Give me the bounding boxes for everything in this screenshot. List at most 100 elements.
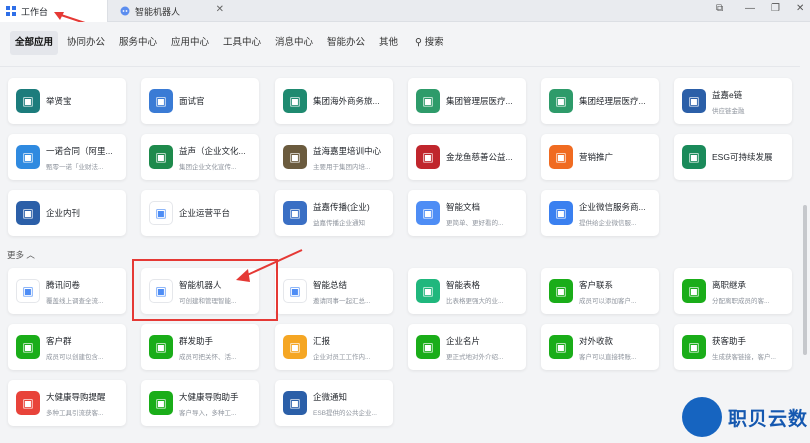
app-name: 智能表格	[446, 280, 481, 290]
app-card[interactable]: ▣ 企业微信服务商... 提供给企业微信服...	[541, 190, 659, 236]
app-desc: 分配离职成员的客...	[712, 298, 770, 305]
app-card[interactable]: ▣ 营销推广	[541, 134, 659, 180]
maximize-icon[interactable]: ❐	[771, 3, 780, 14]
app-desc: ESB提供的公共企业...	[313, 410, 377, 417]
app-desc: 更简单、更好看的...	[446, 220, 504, 227]
app-card[interactable]: ▣ 一诺合同（阿里... 甄零一诺「业财法...	[8, 134, 126, 180]
app-name: 群发助手	[179, 336, 214, 346]
category-all-apps[interactable]: 全部应用	[10, 31, 59, 55]
chevron-up-icon: ︿	[26, 250, 35, 260]
app-card[interactable]: ▣ 金龙鱼慈善公益...	[408, 134, 526, 180]
close-icon[interactable]: ✕	[216, 4, 224, 15]
app-name: 集团经理层医疗...	[579, 96, 646, 106]
category-bar: 全部应用 协同办公 服务中心 应用中心 工具中心 消息中心 智能办公 其他 ⚲ …	[0, 22, 810, 66]
app-card[interactable]: ▣ 举贤宝	[8, 78, 126, 124]
app-card[interactable]: ▣ 腾讯问卷 覆盖线上调查全流...	[8, 268, 126, 314]
app-desc: 提供给企业微信服...	[579, 220, 637, 227]
divider	[0, 66, 800, 67]
category-tools[interactable]: 工具中心	[218, 31, 266, 55]
more-section-header[interactable]: 更多 ︿	[7, 249, 35, 261]
app-card[interactable]: ▣ 企微通知 ESB提供的公共企业...	[275, 380, 393, 426]
category-app-center[interactable]: 应用中心	[166, 31, 214, 55]
minimize-icon[interactable]: —	[745, 3, 755, 14]
wilmar-logo-icon: ▣	[16, 201, 40, 225]
scrollbar[interactable]	[803, 205, 807, 355]
watermark: 职贝云数	[682, 397, 808, 437]
highlight-box	[132, 259, 278, 321]
app-card[interactable]: ▣ 智能文档 更简单、更好看的...	[408, 190, 526, 236]
app-card[interactable]: ▣ 智能总结 邀请同事一起汇总...	[275, 268, 393, 314]
app-name: 企业微信服务商...	[579, 202, 646, 212]
share-icon[interactable]: ⧉	[716, 3, 723, 14]
app-card[interactable]: ▣ 集团经理层医疗...	[541, 78, 659, 124]
app-card[interactable]: ▣ 益嘉e链 供应链金融	[674, 78, 792, 124]
app-card[interactable]: ▣ 对外收款 客户可以直接转账...	[541, 324, 659, 370]
app-card[interactable]: ▣ 面试官	[141, 78, 259, 124]
app-name: 集团管理层医疗...	[446, 96, 513, 106]
search-button[interactable]: ⚲ 搜索	[410, 31, 449, 55]
category-collab[interactable]: 协同办公	[62, 31, 110, 55]
app-card[interactable]: ▣ 集团海外商务旅...	[275, 78, 393, 124]
tab-workbench[interactable]: 工作台	[0, 0, 108, 22]
app-card[interactable]: ▣ 益声（企业文化... 集团企业文化宣传...	[141, 134, 259, 180]
app-name: 离职继承	[712, 280, 747, 290]
wilmar-logo-icon: ▣	[682, 89, 706, 113]
doc-icon: ▣	[283, 201, 307, 225]
culture-icon: ▣	[149, 145, 173, 169]
category-service[interactable]: 服务中心	[114, 31, 162, 55]
app-card[interactable]: ▣ 益海嘉里培训中心 主要用于集团内培...	[275, 134, 393, 180]
app-card[interactable]: ▣ 大健康导购助手 客户导入，多种工...	[141, 380, 259, 426]
app-desc: 覆盖线上调查全流...	[46, 298, 104, 305]
app-card[interactable]: ▣ ESG可持续发展	[674, 134, 792, 180]
app-card[interactable]: ▣ 离职继承 分配离职成员的客...	[674, 268, 792, 314]
app-card[interactable]: ▣ 客户联系 成员可以添加客户...	[541, 268, 659, 314]
app-desc: 甄零一诺「业财法...	[46, 164, 104, 171]
app-card[interactable]: ▣ 客户群 成员可以创建包含...	[8, 324, 126, 370]
app-name: 举贤宝	[46, 96, 72, 106]
category-other[interactable]: 其他	[374, 31, 403, 55]
category-smart-office[interactable]: 智能办公	[322, 31, 370, 55]
app-name: 智能文档	[446, 202, 481, 212]
app-card[interactable]: ▣ 集团管理层医疗...	[408, 78, 526, 124]
table-icon: ▣	[416, 279, 440, 303]
wilmar-logo-icon: ▣	[283, 391, 307, 415]
charity-icon: ▣	[416, 145, 440, 169]
app-name: 金龙鱼慈善公益...	[446, 152, 513, 162]
customer-group-icon: ▣	[16, 335, 40, 359]
app-card[interactable]: ▣ 企业运营平台	[141, 190, 259, 236]
app-card[interactable]: ▣ 企业名片 更正式地对外介绍...	[408, 324, 526, 370]
app-name: 企业内刊	[46, 208, 81, 218]
broadcast-icon: ▣	[149, 335, 173, 359]
app-card[interactable]: ▣ 智能表格 比表格更强大的业...	[408, 268, 526, 314]
app-desc: 成员可以添加客户...	[579, 298, 637, 305]
plane-icon: ▣	[283, 89, 307, 113]
app-desc: 成员可以创建包含...	[46, 354, 104, 361]
platform-icon: ▣	[149, 201, 173, 225]
app-card[interactable]: ▣ 汇报 企业对员工工作内...	[275, 324, 393, 370]
app-name: 大健康导购助手	[179, 392, 239, 402]
medical-badge-icon: ▣	[416, 89, 440, 113]
close-window-icon[interactable]: ✕	[796, 3, 804, 14]
app-desc: 生成获客链接，客户...	[712, 354, 776, 361]
category-messages[interactable]: 消息中心	[270, 31, 318, 55]
app-card[interactable]: ▣ 企业内刊	[8, 190, 126, 236]
training-icon: ▣	[283, 145, 307, 169]
sparkle-icon: ▣	[283, 279, 307, 303]
app-desc: 客户可以直接转账...	[579, 354, 637, 361]
app-card[interactable]: ▣ 群发助手 成员可把关怀、活...	[141, 324, 259, 370]
app-desc: 供应链金融	[712, 108, 745, 115]
app-card[interactable]: ▣ 获客助手 生成获客链接，客户...	[674, 324, 792, 370]
app-name: 益嘉传播(企业)	[313, 202, 370, 212]
tab-smart-robot[interactable]: 智能机器人 ✕	[112, 0, 230, 22]
app-name: 面试官	[179, 96, 205, 106]
grid-icon	[6, 6, 16, 16]
app-name: 大健康导购提醒	[46, 392, 106, 402]
esg-icon: ▣	[682, 145, 706, 169]
app-name: 企业名片	[446, 336, 481, 346]
app-name: 营销推广	[579, 152, 614, 162]
app-card[interactable]: ▣ 大健康导购提醒 多种工具引流获客...	[8, 380, 126, 426]
tab-label: 智能机器人	[135, 6, 181, 17]
search-icon: ⚲	[415, 37, 422, 48]
app-name: 获客助手	[712, 336, 747, 346]
app-card[interactable]: ▣ 益嘉传播(企业) 益嘉传播企业通知	[275, 190, 393, 236]
